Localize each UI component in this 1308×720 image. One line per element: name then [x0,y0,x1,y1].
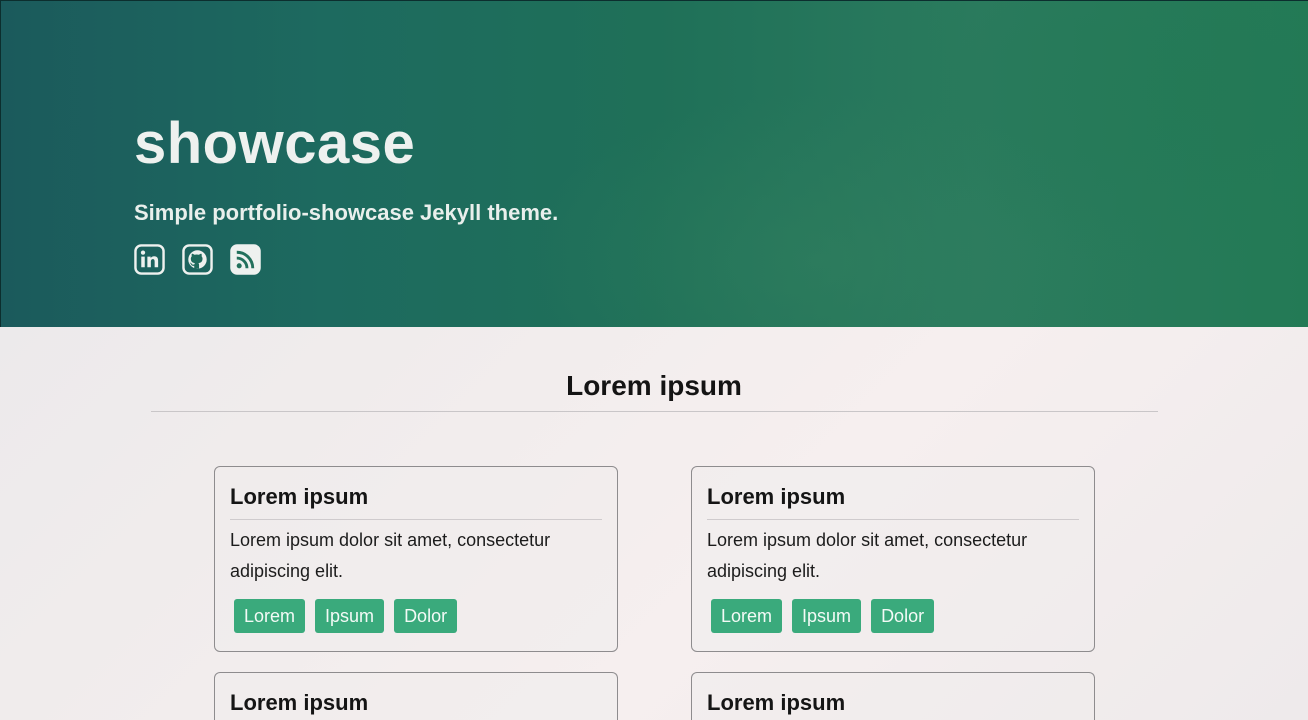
github-link[interactable] [182,244,213,275]
hero-header: showcase Simple portfolio-showcase Jekyl… [0,0,1308,327]
tag-badge[interactable]: Ipsum [792,599,862,633]
card-description: Lorem ipsum dolor sit amet, consectetur … [707,530,1028,581]
tag-badge[interactable]: Lorem [711,599,783,633]
card-tags: Lorem Ipsum Dolor [707,599,1079,633]
section-title: Lorem ipsum [566,370,742,401]
github-icon [182,244,213,275]
card-title: Lorem ipsum [707,690,846,715]
site-subtitle: Simple portfolio-showcase Jekyll theme. [134,200,559,225]
site-title: showcase [134,111,416,176]
section-divider [151,411,1158,412]
card-tags: Lorem Ipsum Dolor [230,599,602,633]
tag-badge[interactable]: Dolor [871,599,935,633]
rss-link[interactable] [230,244,261,275]
card-description: Lorem ipsum dolor sit amet, consectetur … [230,530,551,581]
card-title: Lorem ipsum [707,483,1079,520]
project-card[interactable]: Lorem ipsum [214,672,618,720]
rss-icon [230,244,261,275]
tag-badge[interactable]: Dolor [394,599,458,633]
card-title: Lorem ipsum [230,690,369,715]
project-card[interactable]: Lorem ipsum Lorem ipsum dolor sit amet, … [691,466,1095,652]
card-title: Lorem ipsum [230,483,602,520]
social-links [134,244,261,275]
project-card[interactable]: Lorem ipsum [691,672,1095,720]
project-card[interactable]: Lorem ipsum Lorem ipsum dolor sit amet, … [214,466,618,652]
linkedin-icon [134,244,165,275]
tag-badge[interactable]: Ipsum [315,599,385,633]
linkedin-link[interactable] [134,244,165,275]
tag-badge[interactable]: Lorem [234,599,306,633]
